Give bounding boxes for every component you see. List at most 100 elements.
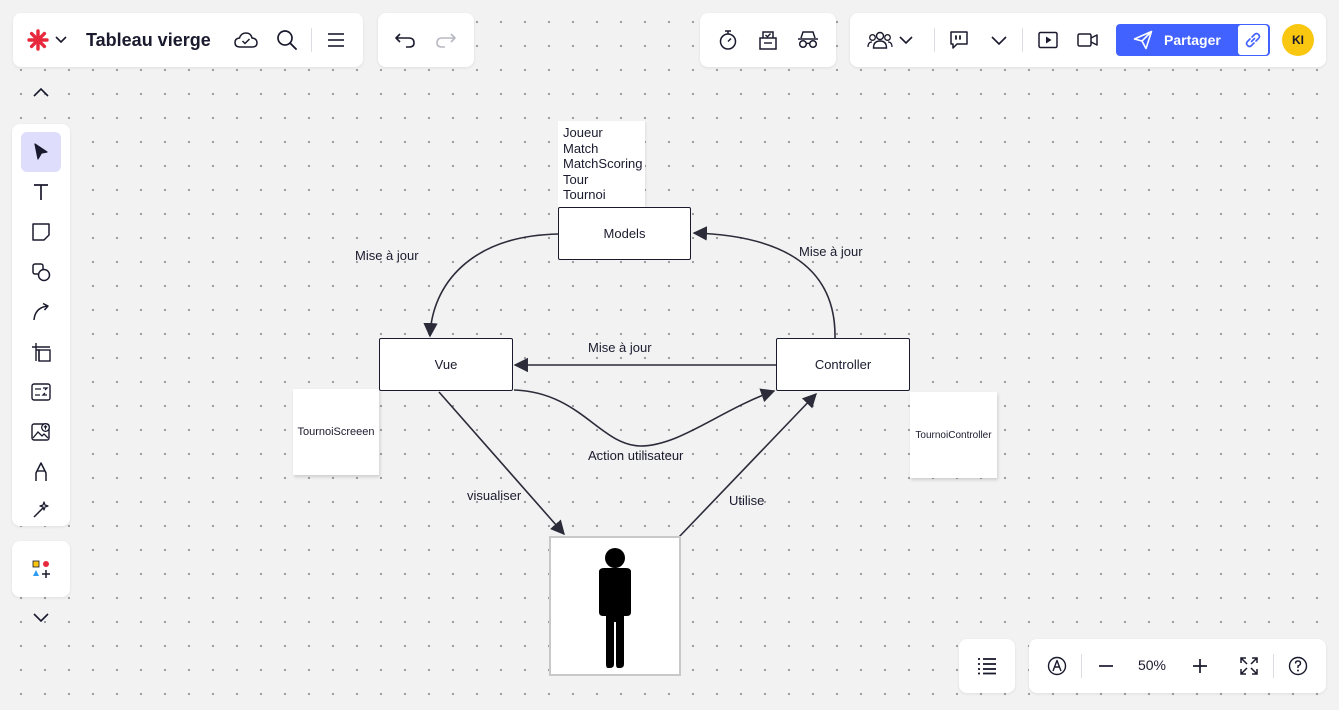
zoom-out-button[interactable]: [1091, 651, 1121, 681]
connector-vue-to-controller[interactable]: [513, 388, 776, 447]
connector-label-models-vue[interactable]: Mise à jour: [355, 248, 419, 263]
connector-label-controller-vue[interactable]: Mise à jour: [588, 340, 652, 355]
zoom-level[interactable]: 50%: [1132, 657, 1172, 673]
templates-tool[interactable]: [21, 372, 61, 412]
copy-link-button[interactable]: [1238, 25, 1268, 55]
redo-button[interactable]: [431, 25, 461, 55]
person-icon: [599, 548, 631, 668]
chevron-up-icon: [33, 87, 49, 97]
shapes-tool[interactable]: [21, 252, 61, 292]
apps-icon: [32, 560, 50, 578]
connector-models-to-vue[interactable]: [423, 233, 559, 338]
video-call-button[interactable]: [1073, 25, 1103, 55]
cursor-arrow-icon: [34, 143, 48, 160]
zoom-panel: [1029, 639, 1326, 693]
sticky-note-tournoi-controller[interactable]: TournoiController: [910, 392, 997, 478]
connector-label-controller-models[interactable]: Mise à jour: [799, 244, 863, 259]
vue-box[interactable]: Vue: [379, 338, 513, 391]
outline-panel: [959, 639, 1015, 693]
undo-icon: [395, 33, 415, 48]
image-upload-icon: [31, 423, 50, 441]
expand-arrows-icon: [1240, 657, 1258, 675]
help-question-icon: [1288, 656, 1308, 676]
connection-line-tool[interactable]: [21, 292, 61, 332]
connector-label-visualize[interactable]: visualiser: [467, 488, 521, 503]
select-tool[interactable]: [21, 132, 61, 172]
voting-button[interactable]: [753, 25, 783, 55]
help-button[interactable]: [1283, 651, 1313, 681]
comments-dropdown-button[interactable]: [985, 25, 1013, 55]
map-navigation-button[interactable]: [1042, 651, 1072, 681]
comments-button[interactable]: [944, 25, 974, 55]
play-presentation-icon: [1038, 31, 1058, 49]
chevron-down-icon: [55, 36, 67, 44]
controller-box-label: Controller: [814, 357, 872, 372]
board-canvas[interactable]: Joueur Match MatchScoring Tour Tournoi M…: [0, 0, 1339, 710]
controller-box[interactable]: Controller: [776, 338, 910, 391]
sticky-note-icon: [32, 223, 50, 241]
search-button[interactable]: [272, 25, 302, 55]
models-list-item: Match: [563, 140, 599, 156]
board-title[interactable]: Tableau vierge: [86, 30, 211, 51]
models-box-label: Models: [603, 226, 646, 241]
upload-tool[interactable]: [21, 412, 61, 452]
divider: [1081, 654, 1082, 678]
users-icon: [867, 31, 893, 49]
plus-icon: [1193, 659, 1207, 673]
user-image[interactable]: [549, 536, 681, 676]
undo-button[interactable]: [390, 25, 420, 55]
outline-list-button[interactable]: [972, 651, 1002, 681]
hamburger-menu-icon: [328, 33, 344, 47]
vue-box-label: Vue: [434, 357, 458, 372]
divider: [1022, 28, 1023, 52]
fit-to-screen-button[interactable]: [1234, 651, 1264, 681]
redo-icon: [436, 33, 456, 48]
timer-button[interactable]: [713, 25, 743, 55]
share-button[interactable]: Partager: [1116, 24, 1270, 56]
models-list-note[interactable]: Joueur Match MatchScoring Tour Tournoi: [558, 121, 645, 207]
cloud-check-icon: [234, 32, 258, 48]
sticky-note-tournoi-screen[interactable]: TournoiScreeen: [293, 389, 379, 475]
sticky-note-tool[interactable]: [21, 212, 61, 252]
text-tool[interactable]: [21, 172, 61, 212]
connector-label-user-action[interactable]: Action utilisateur: [588, 448, 683, 463]
pen-icon: [35, 462, 47, 481]
template-icon: [31, 383, 51, 401]
app-menu-button[interactable]: [23, 25, 71, 55]
frame-tool[interactable]: [21, 332, 61, 372]
models-box[interactable]: Models: [558, 207, 691, 260]
cloud-sync-button[interactable]: [231, 25, 261, 55]
ai-assist-tool[interactable]: [21, 490, 61, 530]
undo-redo-panel: [378, 13, 474, 67]
apps-button[interactable]: [21, 549, 61, 589]
share-button-label: Partager: [1164, 32, 1221, 48]
presentation-button[interactable]: [1033, 25, 1063, 55]
expand-toolbar-button[interactable]: [26, 605, 56, 629]
zoom-in-button[interactable]: [1185, 651, 1215, 681]
apps-panel: [12, 541, 70, 597]
models-list-item: Tour: [563, 171, 589, 187]
connector-user-to-controller[interactable]: [678, 392, 817, 538]
video-camera-icon: [1077, 33, 1098, 47]
pen-tool[interactable]: [21, 452, 61, 492]
connector-vue-to-user[interactable]: [438, 391, 565, 536]
send-icon: [1133, 30, 1153, 50]
connector-label-uses[interactable]: Utilise: [729, 493, 764, 508]
main-menu-button[interactable]: [321, 25, 351, 55]
list-icon: [978, 658, 996, 675]
shapes-icon: [32, 263, 51, 282]
collaborators-button[interactable]: [862, 25, 918, 55]
link-icon: [1245, 32, 1261, 48]
sticky-note-text: TournoiController: [915, 429, 992, 441]
comment-icon: [950, 31, 968, 49]
frame-icon: [32, 343, 51, 362]
curved-arrow-icon: [33, 302, 49, 321]
incognito-icon: [798, 31, 818, 49]
ballot-box-icon: [759, 31, 777, 50]
text-icon: [34, 184, 48, 200]
search-icon: [277, 30, 297, 50]
divider: [934, 28, 935, 52]
user-avatar[interactable]: KI: [1282, 24, 1314, 56]
private-mode-button[interactable]: [793, 25, 823, 55]
collapse-toolbar-button[interactable]: [26, 80, 56, 104]
